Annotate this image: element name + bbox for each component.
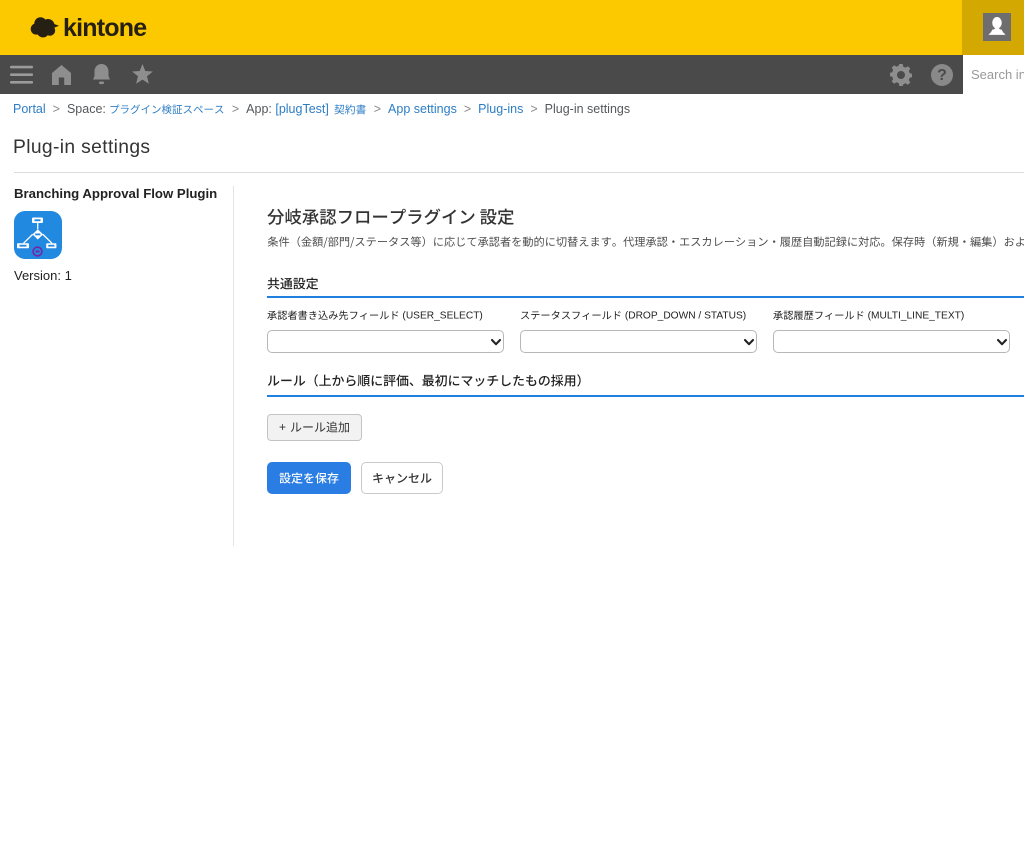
svg-text:?: ?: [937, 67, 947, 84]
